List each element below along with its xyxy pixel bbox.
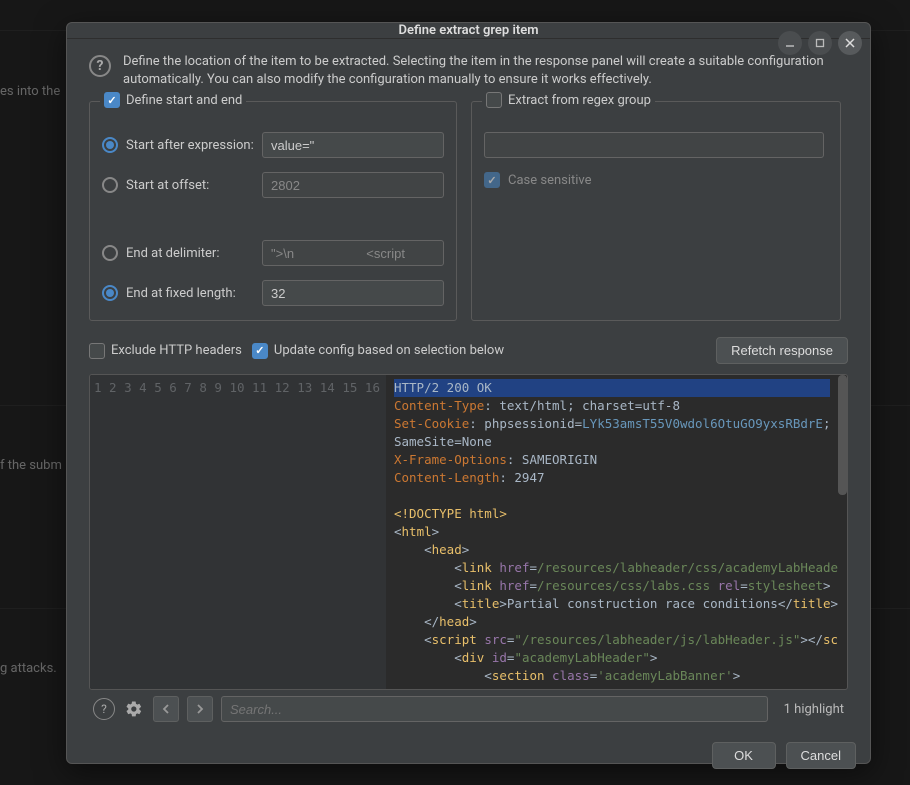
- radio-label: End at fixed length:: [126, 286, 254, 301]
- cancel-button[interactable]: Cancel: [786, 742, 856, 769]
- panel-legend-label: Define start and end: [126, 93, 242, 108]
- minimize-icon: [784, 37, 796, 49]
- input-start-at-offset: [262, 172, 444, 198]
- code-body[interactable]: HTTP/2 200 OK Content-Type: text/html; c…: [386, 375, 838, 689]
- checkbox-case-sensitive: [484, 172, 500, 188]
- window-maximize-button[interactable]: [808, 31, 832, 55]
- code-gutter: 1 2 3 4 5 6 7 8 9 10 11 12 13 14 15 16: [90, 375, 386, 689]
- checkbox-label: Case sensitive: [508, 173, 592, 188]
- input-end-at-fixed-length[interactable]: [262, 280, 444, 306]
- help-icon[interactable]: ?: [93, 698, 115, 720]
- checkbox-label: Exclude HTTP headers: [111, 343, 242, 358]
- gear-icon[interactable]: [123, 698, 145, 720]
- dialog-define-extract-grep: Define extract grep item ? Define the lo…: [66, 22, 871, 764]
- next-match-button[interactable]: [187, 696, 213, 722]
- chevron-left-icon: [160, 703, 172, 715]
- dialog-description: Define the location of the item to be ex…: [123, 53, 848, 89]
- panel-legend-label: Extract from regex group: [508, 93, 651, 108]
- maximize-icon: [814, 37, 826, 49]
- response-code-viewer[interactable]: 1 2 3 4 5 6 7 8 9 10 11 12 13 14 15 16 H…: [89, 374, 848, 690]
- panel-define-start-end: Define start and end Start after express…: [89, 101, 457, 321]
- dialog-titlebar: Define extract grep item: [67, 23, 870, 39]
- radio-label: End at delimiter:: [126, 246, 254, 261]
- checkbox-exclude-http-headers[interactable]: [89, 343, 105, 359]
- help-icon[interactable]: ?: [89, 55, 111, 77]
- input-regex-pattern: [484, 132, 824, 158]
- refetch-response-button[interactable]: Refetch response: [716, 337, 848, 364]
- checkbox-extract-from-regex[interactable]: [486, 92, 502, 108]
- checkbox-label: Update config based on selection below: [274, 343, 504, 358]
- radio-end-at-fixed-length[interactable]: [102, 285, 118, 301]
- scrollbar-thumb[interactable]: [838, 375, 847, 495]
- window-close-button[interactable]: [838, 31, 862, 55]
- chevron-right-icon: [194, 703, 206, 715]
- checkbox-define-start-end[interactable]: [104, 92, 120, 108]
- input-start-after-expression[interactable]: [262, 132, 444, 158]
- search-input[interactable]: [221, 696, 768, 722]
- close-icon: [844, 37, 856, 49]
- window-minimize-button[interactable]: [778, 31, 802, 55]
- prev-match-button[interactable]: [153, 696, 179, 722]
- radio-start-at-offset[interactable]: [102, 177, 118, 193]
- code-scrollbar[interactable]: [838, 375, 847, 689]
- panel-extract-from-regex: Extract from regex group Case sensitive: [471, 101, 841, 321]
- ok-button[interactable]: OK: [712, 742, 776, 769]
- radio-label: Start after expression:: [126, 138, 254, 153]
- radio-label: Start at offset:: [126, 178, 254, 193]
- radio-start-after-expression[interactable]: [102, 137, 118, 153]
- dialog-title: Define extract grep item: [399, 23, 539, 38]
- radio-end-at-delimiter[interactable]: [102, 245, 118, 261]
- checkbox-update-config-on-selection[interactable]: [252, 343, 268, 359]
- input-end-at-delimiter: [262, 240, 444, 266]
- highlight-count: 1 highlight: [784, 702, 844, 717]
